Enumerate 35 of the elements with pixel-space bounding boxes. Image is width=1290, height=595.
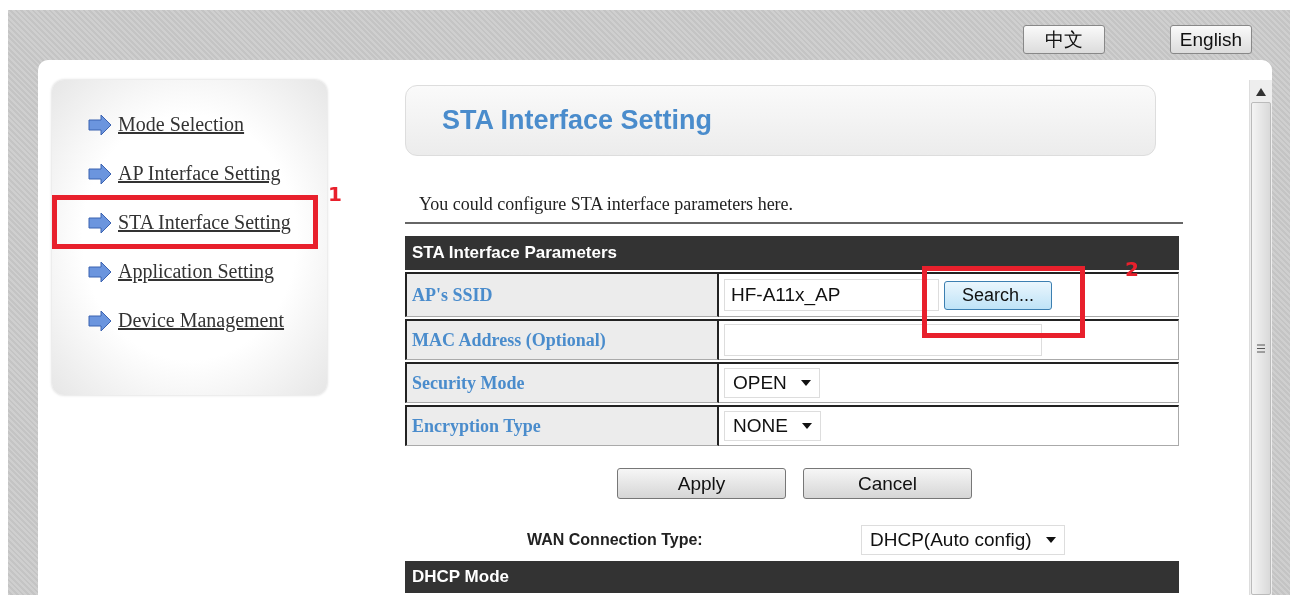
parameter-label: AP's SSID [405, 272, 719, 317]
action-button[interactable]: Cancel [803, 468, 972, 499]
language-button[interactable]: 中文 [1023, 25, 1105, 54]
arrow-icon [88, 211, 112, 234]
select-field[interactable]: OPEN [724, 368, 820, 398]
nav-link[interactable]: Device Management [118, 309, 285, 332]
parameter-label: MAC Address (Optional) [405, 319, 719, 360]
nav-link[interactable]: Mode Selection [118, 113, 245, 136]
caret-icon [800, 380, 811, 386]
wan-label: WAN Connection Type: [527, 531, 704, 549]
action-button[interactable]: Apply [617, 468, 786, 499]
text-field[interactable]: HF-A11x_AP [724, 279, 939, 311]
page-title: STA Interface Setting [442, 105, 713, 136]
text-field[interactable] [724, 324, 1042, 356]
language-button[interactable]: English [1170, 25, 1252, 54]
grip-icon [1257, 344, 1265, 353]
arrow-icon [88, 113, 112, 136]
nav-link[interactable]: Application Setting [118, 260, 275, 283]
section-header: DHCP Mode [405, 561, 1179, 593]
scrollbar[interactable] [1249, 80, 1272, 595]
annotation-number: 1 [328, 182, 342, 206]
caret-icon [801, 423, 812, 429]
scroll-up-icon[interactable] [1256, 88, 1266, 96]
description-text: You could configure STA interface parameters here. [419, 194, 794, 214]
parameter-label: Encryption Type [405, 405, 719, 446]
arrow-icon [88, 309, 112, 332]
search-button[interactable]: Search... [944, 280, 1052, 310]
select-field[interactable]: NONE [724, 411, 821, 441]
arrow-icon [88, 260, 112, 283]
parameter-label: Security Mode [405, 362, 719, 403]
select-field[interactable]: DHCP(Auto config) [861, 525, 1065, 555]
nav-link[interactable]: AP Interface Setting [118, 162, 281, 185]
nav-link[interactable]: STA Interface Setting [118, 211, 291, 234]
caret-icon [1045, 537, 1056, 543]
arrow-icon [88, 162, 112, 185]
